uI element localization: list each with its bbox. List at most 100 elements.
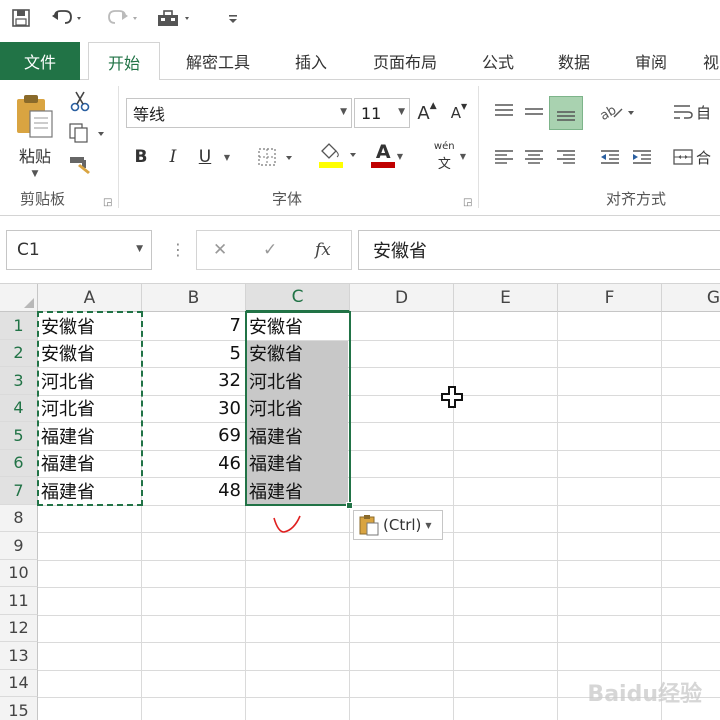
merge-center-button[interactable]: 合 (672, 144, 720, 170)
cancel-icon[interactable]: ✕ (213, 240, 227, 260)
align-top-icon (495, 104, 513, 116)
tab-review[interactable]: 审阅 (622, 42, 680, 80)
align-left-button[interactable] (490, 144, 518, 170)
save-icon[interactable] (8, 6, 34, 30)
row-header[interactable]: 6 (0, 449, 38, 477)
customize-toolbar-icon[interactable] (222, 6, 244, 30)
worksheet-grid[interactable]: A B C D E F G 1 2 3 4 5 6 7 8 9 10 11 12… (0, 284, 720, 720)
redo-icon[interactable] (104, 6, 144, 30)
undo-icon[interactable] (48, 6, 88, 30)
tab-formulas[interactable]: 公式 (470, 42, 526, 80)
font-size-select[interactable]: 11 ▼ (354, 98, 410, 128)
align-right-button[interactable] (552, 144, 580, 170)
underline-dropdown[interactable]: ▼ (220, 144, 234, 170)
formula-buttons: ✕ ✓ fx (196, 230, 352, 270)
align-center-icon (525, 150, 543, 164)
format-painter-button[interactable] (66, 152, 94, 178)
decrease-indent-button[interactable] (596, 144, 624, 170)
formula-input[interactable]: 安徽省 (358, 230, 720, 270)
cell-b2[interactable]: 5 (142, 340, 245, 368)
insert-function-icon[interactable]: fx (315, 240, 331, 260)
row-header[interactable]: 9 (0, 532, 38, 560)
align-middle-button[interactable] (520, 98, 548, 126)
align-bottom-button[interactable] (549, 96, 583, 130)
paste-options-label: (Ctrl) (383, 516, 422, 534)
toolbox-icon[interactable] (152, 6, 198, 30)
row-header[interactable]: 2 (0, 339, 38, 367)
fill-handle[interactable] (346, 502, 353, 509)
copy-button[interactable] (66, 120, 110, 146)
ribbon-tab-bar: 文件 开始 解密工具 插入 页面布局 公式 数据 审阅 视 (0, 42, 720, 81)
font-name-select[interactable]: 等线 ▼ (126, 98, 352, 128)
selection-range (245, 311, 351, 506)
align-center-button[interactable] (520, 144, 548, 170)
tab-insert[interactable]: 插入 (282, 42, 340, 80)
column-header-g[interactable]: G (662, 284, 720, 312)
shrink-font-button[interactable]: A ▼ (446, 100, 472, 126)
name-box[interactable]: C1 ▼ (6, 230, 152, 270)
merge-icon (673, 149, 693, 165)
column-header-d[interactable]: D (350, 284, 454, 312)
font-color-button[interactable]: A ▼ (364, 140, 408, 172)
align-top-button[interactable] (490, 98, 518, 126)
row-header[interactable]: 13 (0, 642, 38, 670)
paste-label: 粘贴 (18, 147, 51, 166)
row-header[interactable]: 15 (0, 697, 38, 720)
copy-marquee (37, 311, 143, 506)
row-header[interactable]: 14 (0, 669, 38, 697)
column-header-e[interactable]: E (454, 284, 558, 312)
tab-view[interactable]: 视 (696, 42, 720, 80)
paste-button[interactable]: 粘贴 ▼ (8, 88, 62, 184)
tab-home[interactable]: 开始 (88, 42, 160, 81)
paste-options-button[interactable]: (Ctrl) ▼ (353, 510, 443, 540)
tab-data[interactable]: 数据 (546, 42, 602, 80)
cell-b3[interactable]: 32 (142, 367, 245, 395)
increase-indent-button[interactable] (628, 144, 656, 170)
grow-font-button[interactable]: A ▲ (414, 100, 440, 126)
tab-page-layout[interactable]: 页面布局 (360, 42, 450, 80)
row-header[interactable]: 11 (0, 587, 38, 615)
cell-b5[interactable]: 69 (142, 422, 245, 450)
formula-bar: C1 ▼ ⋮ ✕ ✓ fx 安徽省 (0, 216, 720, 284)
borders-button[interactable] (254, 144, 298, 170)
chevron-down-icon: ▼ (425, 520, 432, 530)
cell-b1[interactable]: 7 (142, 312, 245, 340)
wrap-text-button[interactable]: 自 (672, 98, 720, 126)
row-header[interactable]: 8 (0, 504, 38, 532)
cut-button[interactable] (66, 88, 94, 114)
row-header[interactable]: 10 (0, 559, 38, 587)
column-header-c[interactable]: C (246, 284, 350, 312)
phonetic-button[interactable]: wén 文 ▼ (426, 140, 472, 172)
orientation-button[interactable]: ab (596, 98, 640, 126)
svg-text:ab: ab (598, 103, 619, 123)
bold-button[interactable]: B (128, 144, 154, 170)
tab-file[interactable]: 文件 (0, 42, 80, 80)
select-all-button[interactable] (0, 284, 38, 312)
increase-indent-icon (633, 150, 651, 164)
font-launcher-icon[interactable]: ◲ (463, 197, 472, 208)
clipboard-launcher-icon[interactable]: ◲ (103, 197, 112, 208)
cell-b4[interactable]: 30 (142, 395, 245, 423)
row-header[interactable]: 1 (0, 312, 38, 340)
name-box-value: C1 (17, 240, 40, 260)
row-header[interactable]: 4 (0, 394, 38, 422)
italic-button[interactable]: I (160, 144, 186, 170)
row-header[interactable]: 12 (0, 614, 38, 642)
row-header[interactable]: 5 (0, 422, 38, 450)
underline-button[interactable]: U (192, 144, 218, 170)
row-header[interactable]: 7 (0, 477, 38, 505)
copy-icon (69, 123, 104, 143)
column-header-a[interactable]: A (38, 284, 142, 312)
cell-b6[interactable]: 46 (142, 450, 245, 478)
phonetic-top: wén (433, 141, 455, 152)
fill-color-button[interactable] (316, 140, 360, 172)
tab-decrypt-tools[interactable]: 解密工具 (172, 42, 264, 80)
enter-icon[interactable]: ✓ (263, 240, 277, 260)
grow-font-icon: A (417, 102, 430, 124)
borders-icon (258, 148, 292, 166)
column-header-f[interactable]: F (558, 284, 662, 312)
more-options-icon[interactable]: ⋮ (170, 240, 186, 259)
row-header[interactable]: 3 (0, 367, 38, 395)
cell-b7[interactable]: 48 (142, 477, 245, 505)
column-header-b[interactable]: B (142, 284, 246, 312)
